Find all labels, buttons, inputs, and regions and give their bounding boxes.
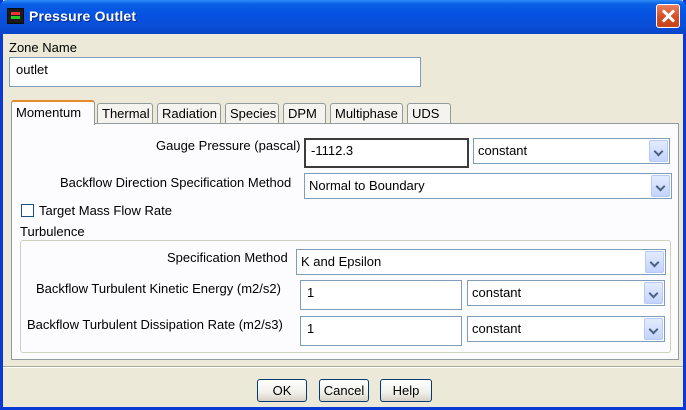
gauge-pressure-input[interactable]: -1112.3 xyxy=(304,138,469,168)
momentum-panel: Gauge Pressure (pascal) -1112.3 constant… xyxy=(11,123,679,360)
kinetic-energy-label: Backflow Turbulent Kinetic Energy (m2/s2… xyxy=(36,281,281,296)
tab-radiation[interactable]: Radiation xyxy=(157,103,221,124)
title-bar[interactable]: Pressure Outlet xyxy=(0,0,686,34)
gauge-pressure-label: Gauge Pressure (pascal) xyxy=(156,138,301,153)
window-title: Pressure Outlet xyxy=(29,8,137,24)
pressure-outlet-dialog: Pressure Outlet Zone Name outlet Momentu… xyxy=(0,0,686,410)
tab-multiphase[interactable]: Multiphase xyxy=(330,103,403,124)
tab-species[interactable]: Species xyxy=(225,103,279,124)
spec-method-value: K and Epsilon xyxy=(301,254,382,269)
backflow-direction-select[interactable]: Normal to Boundary xyxy=(304,173,672,199)
dissipation-rate-method-select[interactable]: constant xyxy=(467,316,665,342)
zone-name-input[interactable]: outlet xyxy=(9,57,421,87)
target-mass-flow-label: Target Mass Flow Rate xyxy=(39,203,172,218)
chevron-down-icon[interactable] xyxy=(649,140,668,162)
chevron-down-icon[interactable] xyxy=(644,282,663,304)
dissipation-rate-method-value: constant xyxy=(472,321,522,336)
fluent-app-icon xyxy=(7,8,24,24)
tab-uds[interactable]: UDS xyxy=(407,103,451,124)
dissipation-rate-input[interactable]: 1 xyxy=(300,316,462,346)
ok-button[interactable]: OK xyxy=(257,379,307,402)
chevron-down-icon[interactable] xyxy=(645,251,664,273)
gauge-pressure-method-value: constant xyxy=(478,143,528,158)
target-mass-flow-checkbox[interactable] xyxy=(21,204,34,217)
chevron-down-icon[interactable] xyxy=(644,318,663,340)
tab-dpm[interactable]: DPM xyxy=(283,103,326,124)
spec-method-label: Specification Method xyxy=(167,250,288,265)
help-button[interactable]: Help xyxy=(380,379,432,402)
chevron-down-icon[interactable] xyxy=(651,175,670,197)
tab-momentum[interactable]: Momentum xyxy=(11,100,95,125)
close-icon[interactable] xyxy=(656,4,680,28)
kinetic-energy-method-select[interactable]: constant xyxy=(467,280,665,306)
button-separator xyxy=(3,366,683,368)
zone-name-label: Zone Name xyxy=(9,40,77,55)
backflow-direction-label: Backflow Direction Specification Method xyxy=(60,175,292,190)
kinetic-energy-input[interactable]: 1 xyxy=(300,280,462,310)
cancel-button[interactable]: Cancel xyxy=(319,379,369,402)
turbulence-group: Specification Method K and Epsilon Backf… xyxy=(20,240,671,353)
backflow-direction-value: Normal to Boundary xyxy=(309,178,425,193)
turbulence-group-label: Turbulence xyxy=(20,224,85,239)
kinetic-energy-method-value: constant xyxy=(472,285,522,300)
tab-thermal[interactable]: Thermal xyxy=(97,103,153,124)
spec-method-select[interactable]: K and Epsilon xyxy=(296,249,666,275)
dissipation-rate-label: Backflow Turbulent Dissipation Rate (m2/… xyxy=(27,317,283,332)
gauge-pressure-method-select[interactable]: constant xyxy=(473,138,670,164)
